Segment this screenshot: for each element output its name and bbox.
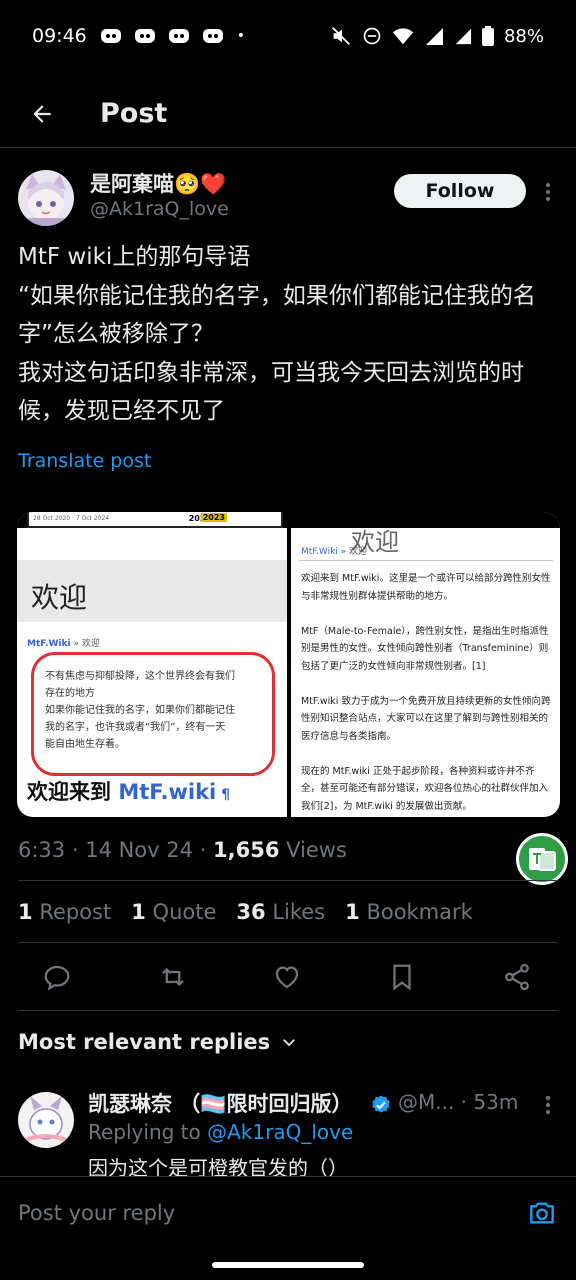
divider [18,942,558,943]
status-time: 09:46 [32,25,87,47]
post-header: Post [0,80,576,148]
wayback-toolbar: 28 Oct 2020 · 7 Oct 2024 2022 2023 [27,512,283,528]
post-date: 14 Nov 24 [85,838,193,862]
bookmark-count: 1 [345,900,360,924]
discord-icon [202,29,223,43]
status-right: 88% [330,25,544,47]
wiki-intro-body: 欢迎来到 MtF.wiki。这里是一个或许可以给部分跨性别女性与非常规性别群体提… [301,573,551,812]
post-stats: 1 Repost 1 Quote 36 Likes 1 Bookmark [18,900,493,924]
breadcrumb-site: MtF.Wiki [27,639,71,649]
reply-handle-text: @M... [398,1090,455,1114]
post-text: MtF wiki上的那句导语 “如果你能记住我的名字，如果你们都能记住我的名字”… [18,244,536,424]
chevron-down-icon [283,1039,296,1047]
replying-to-label: Replying to [88,1120,208,1144]
avatar[interactable] [18,1092,74,1148]
intro-quote: 不有焦虑与抑郁投降，这个世界终会有我们 存在的地方 如果你能记住我的名字，如果你… [45,671,235,750]
action-bar [0,958,576,998]
bookmark-stat[interactable]: 1 Bookmark [345,900,473,924]
verified-badge-icon [370,1094,392,1116]
status-bar: 09:46 • 88% [0,0,576,72]
quote-count: 1 [131,900,146,924]
discord-icon [134,29,155,43]
signal-icon [455,28,472,45]
battery-icon [481,26,494,46]
divider [18,880,558,881]
views-label: Views [286,838,347,862]
signal-icon [425,28,443,45]
wayback-year-current: 2023 [200,513,227,522]
back-arrow-icon[interactable] [20,92,64,136]
welcome-footer: 欢迎来到 MtF.wiki ¶ [27,776,230,806]
camera-icon[interactable] [526,1197,558,1229]
media-image-right[interactable]: 欢迎 MtF.Wiki » 欢迎 欢迎来到 MtF.wiki。这里是一个或许可以… [291,512,560,817]
likes-stat[interactable]: 36 Likes [236,900,325,924]
divider [18,1010,558,1011]
repost-icon[interactable] [157,962,189,994]
author-handle[interactable]: @Ak1raQ_love [90,198,229,220]
repost-stat[interactable]: 1 Repost [18,900,111,924]
likes-label: Likes [272,900,326,924]
breadcrumb-site: MtF.Wiki [301,547,338,557]
quote-stat[interactable]: 1 Quote [131,900,216,924]
more-notifications-dot-icon: • [236,28,246,44]
avatar[interactable] [18,170,74,226]
translate-app-icon[interactable] [516,833,568,885]
page-title: Post [100,98,168,129]
replying-to-handle-link[interactable]: @Ak1raQ_love [207,1120,353,1144]
divider [299,560,553,561]
repost-label: Repost [39,900,112,924]
status-left: 09:46 • [32,25,245,47]
dnd-icon [363,27,381,45]
follow-button[interactable]: Follow [394,174,526,208]
breadcrumb: MtF.Wiki » 欢迎 [301,544,367,557]
replying-to: Replying to @Ak1raQ_love [88,1120,353,1144]
reply-input[interactable] [18,1201,498,1225]
discord-icon [168,29,189,43]
post-meta: 6:33 · 14 Nov 24 · 1,656 Views [18,838,347,862]
mute-icon [332,27,350,45]
translate-post-link[interactable]: Translate post [18,450,151,472]
post-media: 28 Oct 2020 · 7 Oct 2024 2022 2023 欢迎 Mt… [17,512,560,817]
breadcrumb: MtF.Wiki » 欢迎 [27,636,100,649]
post: 是阿棄喵🥺❤️ @Ak1raQ_love Follow MtF wiki上的那句… [0,160,576,817]
reply-author-handle: @M... · 53m [398,1090,519,1114]
replies-header-label: Most relevant replies [18,1030,271,1054]
reply-author-name[interactable]: 凯瑟琳奈 （🏳️‍⚧️限时回归版） [88,1088,352,1118]
bookmark-icon[interactable] [387,962,419,994]
pilcrow-mark: ¶ [216,787,231,803]
more-options-icon[interactable] [540,1094,556,1116]
author-row: 是阿棄喵🥺❤️ @Ak1raQ_love Follow [0,160,576,232]
like-icon[interactable] [272,962,304,994]
share-icon[interactable] [502,962,534,994]
image-top-bar [291,512,560,528]
author-name[interactable]: 是阿棄喵🥺❤️ [90,168,226,198]
media-image-left[interactable]: 28 Oct 2020 · 7 Oct 2024 2022 2023 欢迎 Mt… [17,512,287,817]
wayback-dates: 28 Oct 2020 · 7 Oct 2024 [33,515,110,522]
reply-item[interactable]: 凯瑟琳奈 （🏳️‍⚧️限时回归版） @M... · 53m Replying t… [0,1086,576,1180]
welcome-heading: 欢迎 [31,581,88,614]
battery-percent: 88% [503,25,544,47]
views-count: 1,656 [213,838,280,862]
reply-composer [0,1176,576,1252]
discord-icon [100,29,121,43]
breadcrumb-page: » 欢迎 [70,639,100,649]
welcome-footer-text: 欢迎来到 [27,780,119,804]
replies-sort-dropdown[interactable]: Most relevant replies [18,1030,298,1054]
post-time: 6:33 [18,838,66,862]
more-options-icon[interactable] [538,180,558,204]
home-indicator[interactable] [212,1262,364,1268]
welcome-footer-wiki: MtF.wiki [118,780,217,804]
likes-count: 36 [236,900,266,924]
reply-time: 53m [473,1090,519,1114]
bookmark-label: Bookmark [366,900,473,924]
quote-label: Quote [152,900,217,924]
wifi-icon [392,28,414,45]
reply-icon[interactable] [42,962,74,994]
breadcrumb-page: » 欢迎 [337,547,368,557]
repost-count: 1 [18,900,33,924]
